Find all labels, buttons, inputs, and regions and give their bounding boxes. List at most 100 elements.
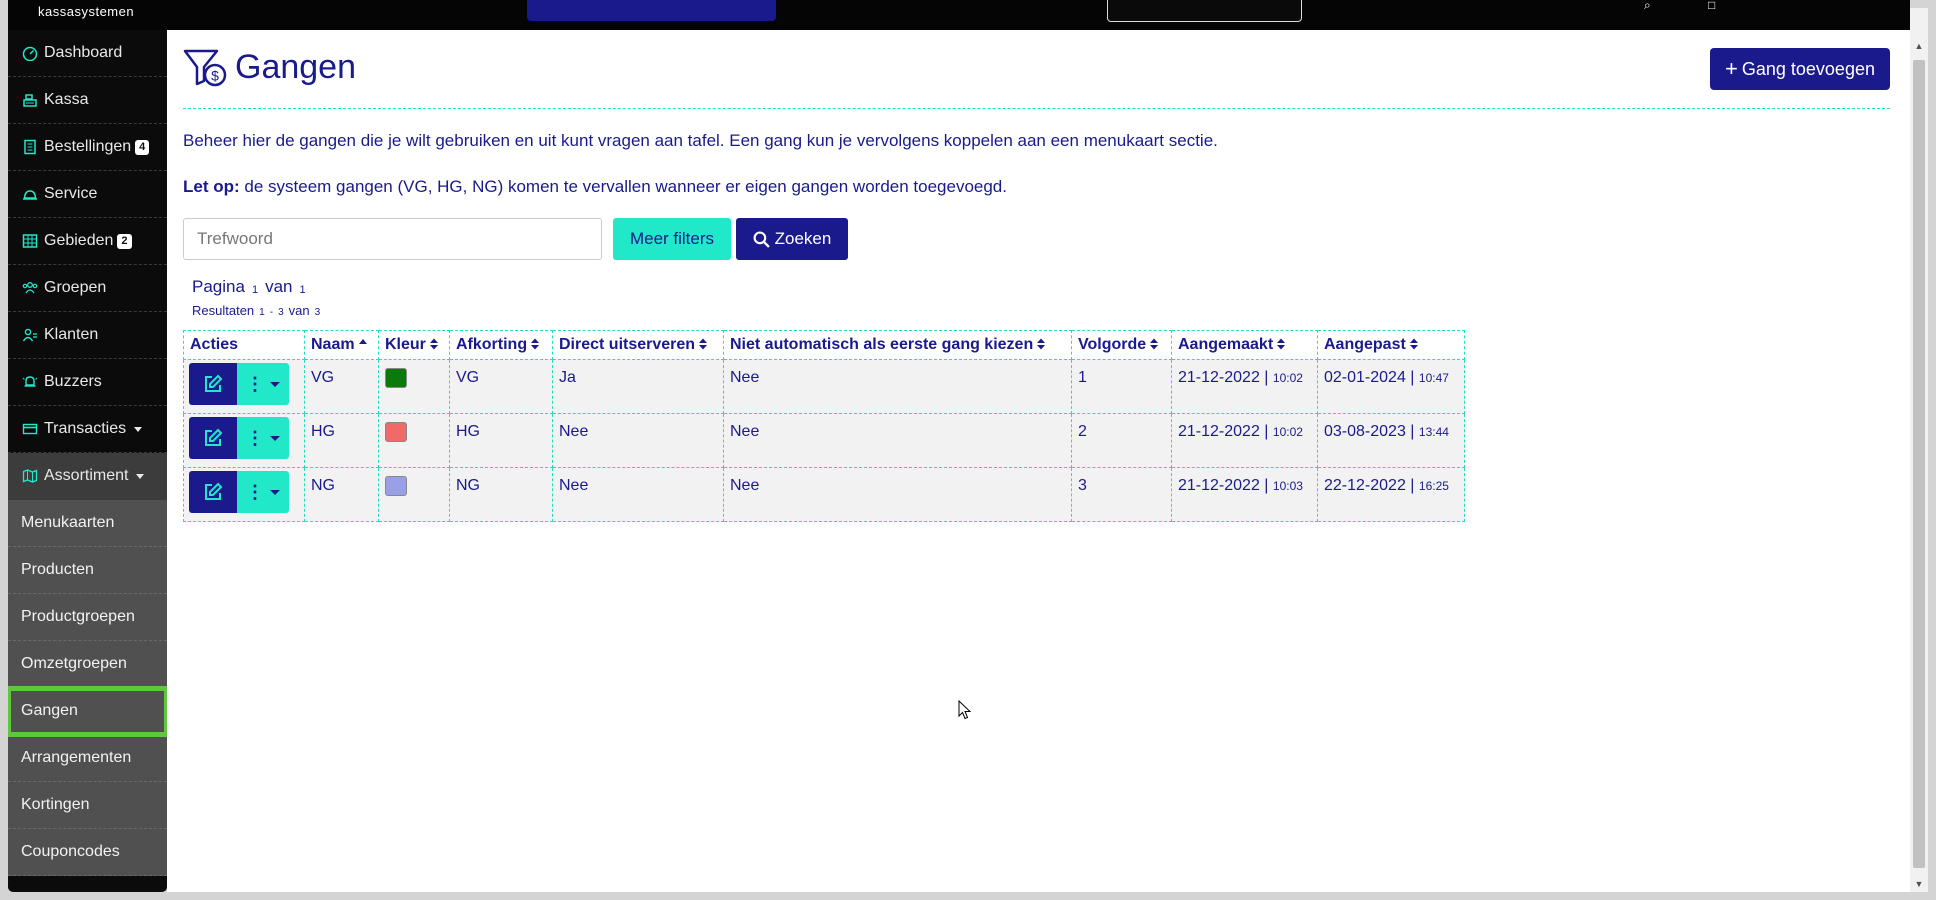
sidebar-item-buzzers[interactable]: Buzzers (8, 359, 167, 406)
col-label: Kleur (385, 336, 426, 353)
note-text: de systeem gangen (VG, HG, NG) komen te … (239, 177, 1007, 196)
search-icon (753, 231, 770, 248)
sidebar-subitem-couponcodes[interactable]: Couponcodes (8, 829, 167, 876)
sidebar-submenu: Menukaarten Producten Productgroepen Omz… (8, 500, 167, 876)
col-direct-uitserveren[interactable]: Direct uitserveren (552, 330, 724, 360)
sidebar-item-bestellingen[interactable]: Bestellingen 4 (8, 124, 167, 171)
sidebar-item-assortiment[interactable]: Assortiment (8, 453, 167, 500)
search-icon[interactable]: ⌕ (1644, 0, 1658, 11)
sidebar-subitem-gangen[interactable]: Gangen (8, 686, 167, 737)
more-filters-button[interactable]: Meer filters (613, 218, 731, 260)
chevron-down-icon (270, 381, 280, 387)
more-actions-dropdown[interactable]: ⋮ (237, 471, 289, 513)
sidebar-subitem-arrangementen[interactable]: Arrangementen (8, 735, 167, 782)
edit-button[interactable] (189, 363, 237, 405)
gangen-table: Acties Naam Kleur Afkorting Direct uitse… (183, 330, 1465, 522)
cell-aangemaakt: 21-12-2022 | 10:02 (1171, 413, 1318, 468)
add-gang-button[interactable]: + Gang toevoegen (1710, 48, 1890, 90)
more-actions-dropdown[interactable]: ⋮ (237, 363, 289, 405)
results-of: van (288, 303, 310, 318)
edit-icon (205, 374, 223, 392)
sort-icon[interactable] (1037, 338, 1046, 350)
edit-button[interactable] (189, 471, 237, 513)
top-location-selector[interactable] (527, 0, 776, 21)
cell-aangemaakt: 21-12-2022 | 10:02 (1171, 359, 1318, 414)
more-actions-dropdown[interactable]: ⋮ (237, 417, 289, 459)
col-aangepast[interactable]: Aangepast (1317, 330, 1465, 360)
user-icon[interactable]: □ (1708, 0, 1722, 11)
sidebar-subitem-producten[interactable]: Producten (8, 547, 167, 594)
sidebar-item-label: Gangen (21, 702, 78, 719)
sidebar-subitem-menukaarten[interactable]: Menukaarten (8, 500, 167, 547)
sidebar-subitem-omzetgroepen[interactable]: Omzetgroepen (8, 641, 167, 688)
users-group-icon (22, 280, 38, 296)
cell-volgorde: 2 (1071, 413, 1172, 468)
cell-afkorting: VG (449, 359, 553, 414)
date: 02-01-2024 (1324, 369, 1406, 386)
cell-niet-auto: Nee (723, 413, 1072, 468)
col-label: Naam (311, 336, 355, 353)
sidebar-item-dashboard[interactable]: Dashboard (8, 30, 167, 77)
sidebar-item-gebieden[interactable]: Gebieden 2 (8, 218, 167, 265)
cell-aangepast: 03-08-2023 | 13:44 (1317, 413, 1465, 468)
col-volgorde[interactable]: Volgorde (1071, 330, 1172, 360)
chevron-down-icon (136, 473, 145, 479)
sort-icon[interactable] (1150, 338, 1159, 350)
col-label: Acties (190, 336, 239, 353)
sidebar-item-groepen[interactable]: Groepen (8, 265, 167, 312)
sort-icon[interactable] (1409, 338, 1418, 350)
cell-naam: HG (304, 413, 379, 468)
cell-niet-auto: Nee (723, 359, 1072, 414)
col-niet-automatisch[interactable]: Niet automatisch als eerste gang kiezen (723, 330, 1072, 360)
sidebar-subitem-kortingen[interactable]: Kortingen (8, 782, 167, 829)
sidebar-subitem-productgroepen[interactable]: Productgroepen (8, 594, 167, 641)
cell-afkorting: NG (449, 467, 553, 522)
sidebar-item-label: Arrangementen (21, 749, 132, 766)
results-info: Resultaten 1-3 van 3 (192, 303, 325, 318)
buzzer-icon (22, 374, 38, 390)
sort-icon[interactable] (699, 338, 708, 350)
time: 10:02 (1272, 371, 1303, 385)
page-current: 1 (251, 284, 259, 296)
col-afkorting[interactable]: Afkorting (449, 330, 553, 360)
edit-button[interactable] (189, 417, 237, 459)
scroll-down-arrow-icon[interactable]: ▼ (1910, 876, 1928, 892)
col-naam[interactable]: Naam (304, 330, 379, 360)
top-search-field[interactable] (1107, 0, 1302, 22)
sort-icon[interactable] (1277, 338, 1286, 350)
sort-icon[interactable] (429, 338, 438, 350)
sidebar-item-label: Service (44, 185, 98, 202)
search-input[interactable] (183, 218, 602, 260)
sidebar-item-service[interactable]: Service (8, 171, 167, 218)
plus-icon: + (1725, 56, 1738, 81)
divider (183, 108, 1890, 109)
time: 10:02 (1272, 425, 1303, 439)
col-aangemaakt[interactable]: Aangemaakt (1171, 330, 1318, 360)
date: 22-12-2022 (1324, 477, 1406, 494)
page-label: Pagina (192, 277, 245, 296)
color-swatch (385, 368, 407, 388)
sidebar-item-kassa[interactable]: Kassa (8, 77, 167, 124)
col-kleur[interactable]: Kleur (378, 330, 450, 360)
svg-text:$: $ (211, 68, 219, 84)
search-button[interactable]: Zoeken (736, 218, 848, 260)
cell-afkorting: HG (449, 413, 553, 468)
sidebar-item-klanten[interactable]: Klanten (8, 312, 167, 359)
logo[interactable]: kassasystemen (38, 4, 134, 19)
time: 10:03 (1272, 479, 1303, 493)
receipt-icon (22, 139, 38, 155)
vertical-scrollbar[interactable]: ▲ ▼ (1910, 8, 1928, 892)
sidebar-item-transacties[interactable]: Transacties (8, 406, 167, 453)
page-note: Let op: de systeem gangen (VG, HG, NG) k… (183, 177, 1007, 197)
sort-icon[interactable] (531, 338, 540, 350)
color-swatch (385, 422, 407, 442)
scrollbar-thumb[interactable] (1913, 60, 1925, 868)
chevron-down-icon (270, 435, 280, 441)
sidebar-item-label: Dashboard (44, 44, 123, 61)
scroll-up-arrow-icon[interactable]: ▲ (1910, 38, 1928, 54)
ellipsis-vertical-icon: ⋮ (246, 374, 264, 394)
sidebar-item-label: Kassa (44, 91, 89, 108)
table-row: ⋮ NG NG Nee Nee 3 21-12-2022 | 10:03 22-… (183, 467, 1465, 522)
sort-asc-icon[interactable] (358, 338, 367, 350)
time: 10:47 (1418, 371, 1449, 385)
